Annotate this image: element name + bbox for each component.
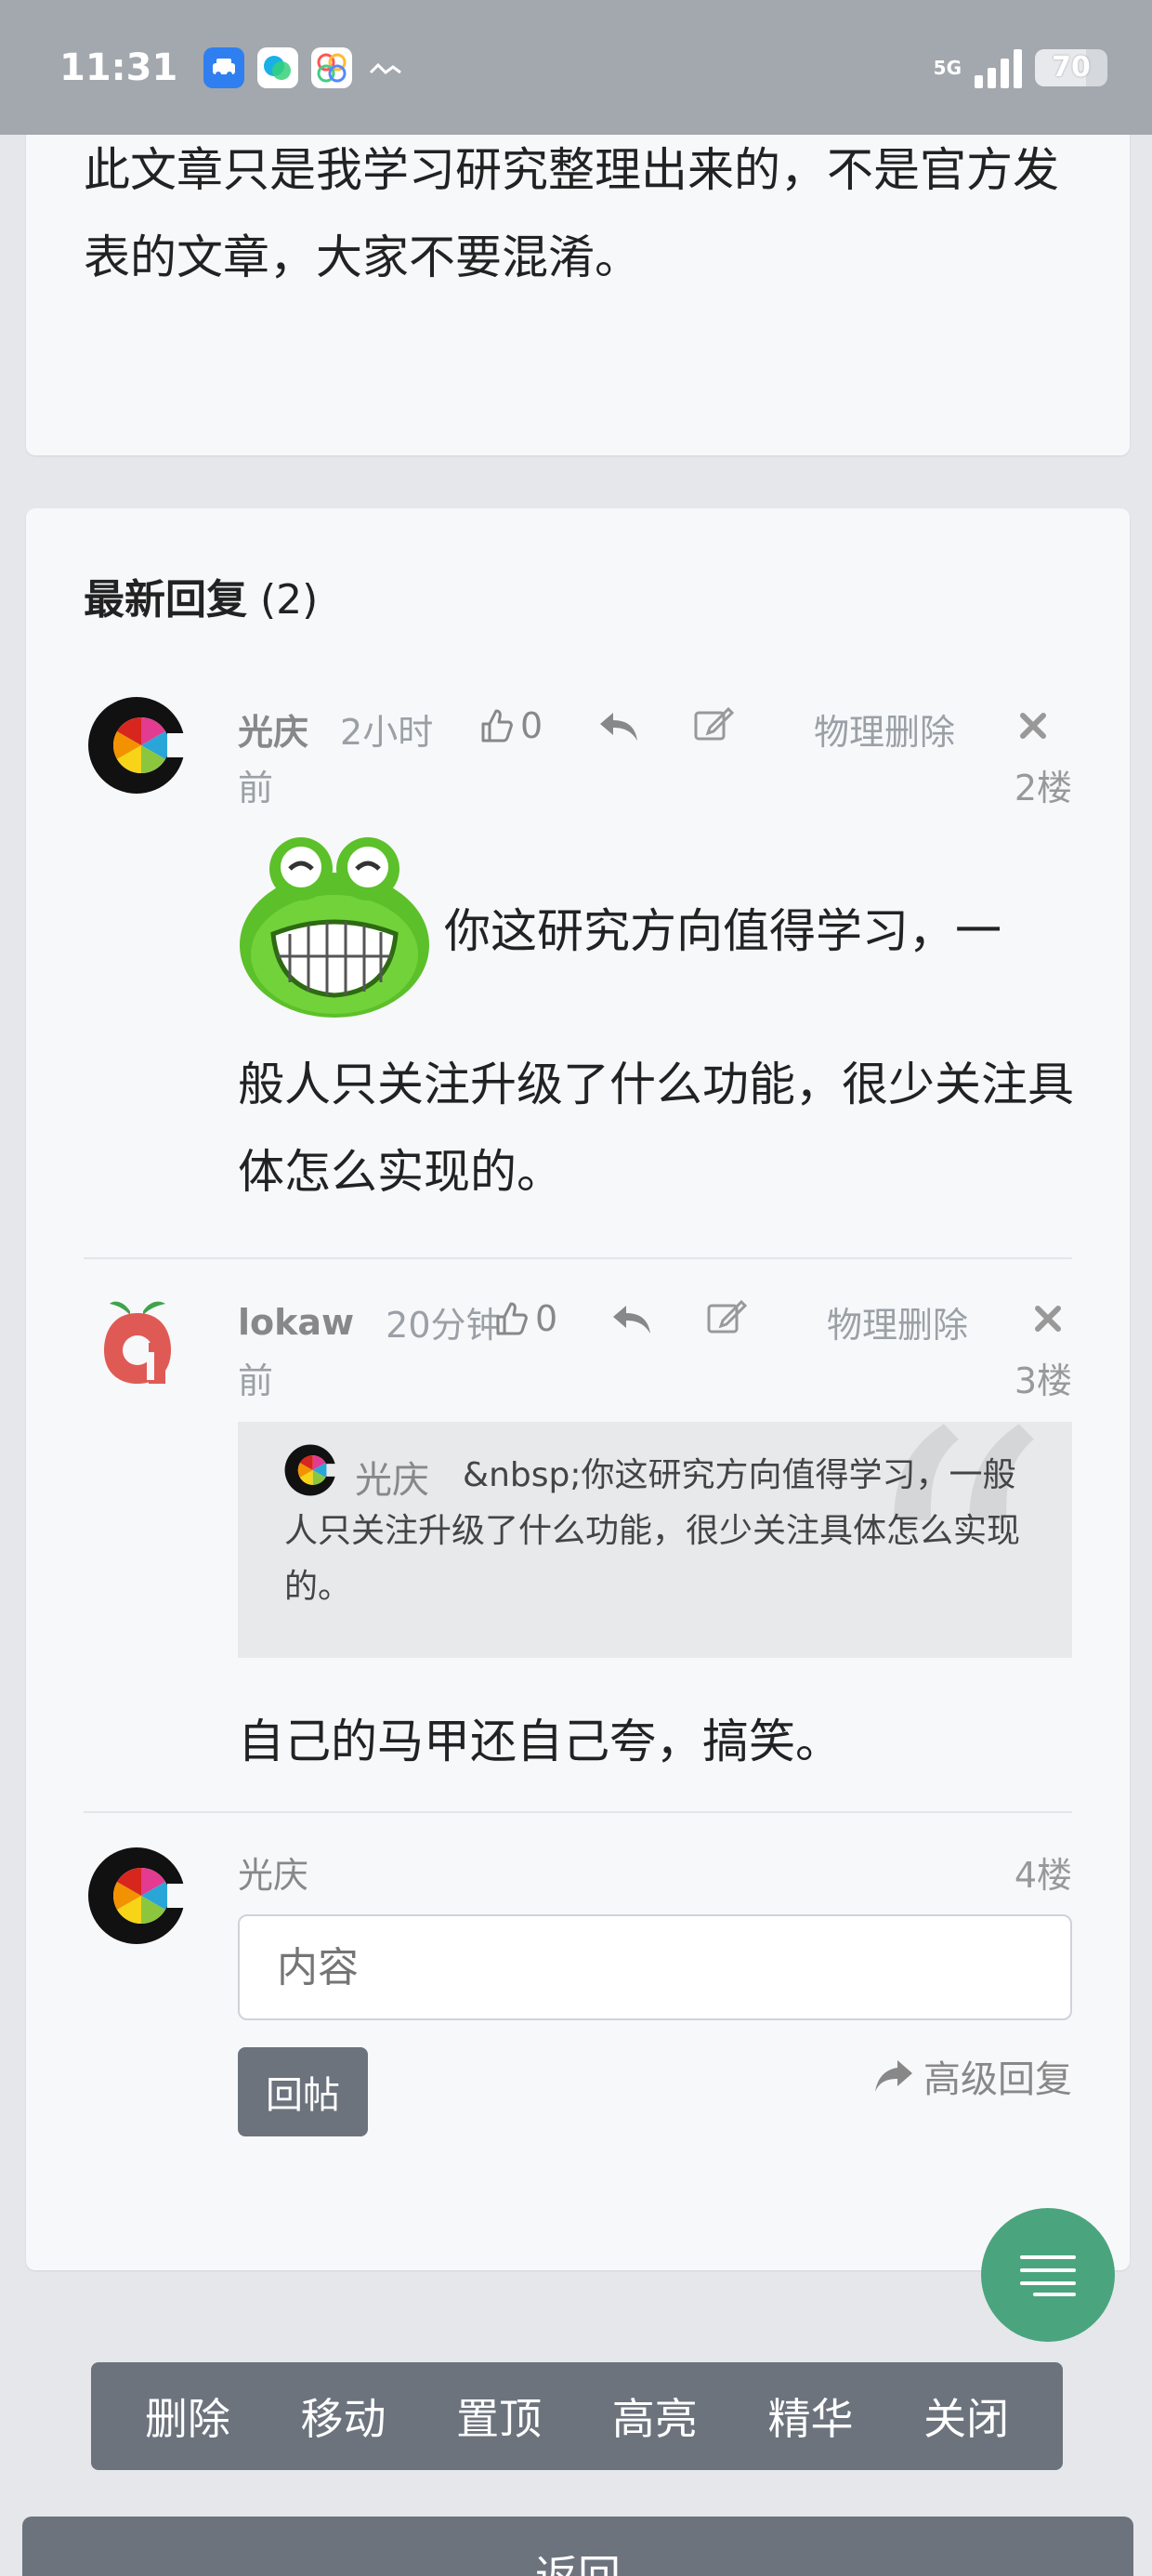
close-icon[interactable]	[1033, 1304, 1063, 1337]
divider	[84, 1257, 1072, 1259]
reply-author[interactable]: 光庆	[238, 703, 308, 755]
share-arrow-icon	[875, 2060, 912, 2092]
like-button[interactable]: 0	[478, 705, 543, 746]
signal-icon	[975, 47, 1022, 88]
photos-app-icon	[311, 46, 353, 88]
replies-count: (2)	[260, 576, 319, 624]
battery-icon: 70	[1035, 48, 1107, 86]
thumbs-up-icon	[496, 1302, 528, 1335]
replies-card: 最新回复 (2) 光庆 2小时 前 0 物理删除 2楼 你这研究方向值得学习，一…	[26, 508, 1130, 2270]
like-button[interactable]: 0	[492, 1298, 557, 1339]
floor-number: 4楼	[1014, 1855, 1072, 1896]
article-card: 此文章只是我学习研究整理出来的，不是官方发表的文章，大家不要混淆。	[26, 93, 1130, 455]
reply-time-suffix: 前	[238, 1360, 274, 1401]
status-bar: 11:31 5G 70	[0, 0, 1152, 135]
reply-time: 2小时	[340, 712, 434, 753]
status-time: 11:31	[59, 46, 178, 89]
reply-content-lead: 你这研究方向值得学习，一	[444, 904, 1001, 958]
battery-level: 70	[1052, 51, 1091, 84]
reply-icon[interactable]	[609, 1302, 652, 1339]
avatar[interactable]	[102, 1295, 173, 1387]
back-label: 返回	[535, 2551, 621, 2576]
highlight-button[interactable]: 高亮	[612, 2385, 698, 2447]
car-app-icon	[203, 46, 245, 88]
reply-content: 般人只关注升级了什么功能，很少关注具体怎么实现的。	[238, 1058, 1074, 1199]
reply-content: 自己的马甲还自己夸，搞笑。	[238, 1715, 842, 1768]
quote-block: “ 光庆 &nbsp;你这研究方向值得学习，一般人只关注升级了什么功能，很少关注…	[238, 1422, 1072, 1658]
thumbs-up-icon	[481, 709, 513, 743]
reply-time: 20分钟	[386, 1305, 502, 1346]
network-type: 5G	[933, 56, 962, 79]
delete-button[interactable]: 删除	[145, 2385, 230, 2447]
blob-app-icon	[257, 46, 299, 88]
reply-meta: 光庆 2小时	[238, 703, 433, 755]
submit-reply-button[interactable]: 回帖	[238, 2047, 368, 2136]
close-icon[interactable]	[1018, 711, 1048, 744]
reply-icon[interactable]	[596, 709, 639, 746]
replies-heading: 最新回复 (2)	[84, 566, 318, 625]
floor-number: 2楼	[1014, 768, 1072, 808]
avatar[interactable]	[87, 696, 188, 795]
article-text: 此文章只是我学习研究整理出来的，不是官方发表的文章，大家不要混淆。	[84, 143, 1059, 284]
like-count: 0	[520, 705, 543, 746]
menu-icon	[1020, 2255, 1076, 2296]
physical-delete-link[interactable]: 物理删除	[827, 1296, 968, 1347]
avatar	[87, 1847, 188, 1945]
reply-author[interactable]: lokaw	[238, 1302, 354, 1343]
activity-icon	[369, 49, 402, 86]
feature-button[interactable]: 精华	[767, 2385, 853, 2447]
floating-menu-button[interactable]	[981, 2208, 1115, 2342]
advanced-reply-link[interactable]: 高级回复	[873, 2049, 1072, 2103]
reply-time-suffix: 前	[238, 768, 274, 808]
physical-delete-link[interactable]: 物理删除	[814, 703, 955, 755]
moderation-toolbar: 删除 移动 置顶 高亮 精华 关闭	[91, 2362, 1063, 2470]
reply-form-user: 光庆	[238, 1847, 340, 1898]
reply-form-username: 光庆	[238, 1855, 309, 1896]
reply-content-input[interactable]	[238, 1914, 1072, 2020]
edit-icon[interactable]	[706, 1298, 748, 1339]
back-button[interactable]: 返回	[22, 2517, 1133, 2576]
reply-meta: lokaw 20分钟	[238, 1296, 502, 1347]
quote-text: &nbsp;你这研究方向值得学习，一般人只关注升级了什么功能，很少关注具体怎么实…	[284, 1456, 1021, 1606]
close-thread-button[interactable]: 关闭	[923, 2385, 1009, 2447]
advanced-reply-label: 高级回复	[923, 2058, 1072, 2101]
like-count: 0	[535, 1298, 558, 1339]
move-button[interactable]: 移动	[300, 2385, 386, 2447]
divider	[84, 1811, 1072, 1813]
pin-button[interactable]: 置顶	[456, 2385, 542, 2447]
edit-icon[interactable]	[693, 705, 735, 746]
frog-grin-emoji	[236, 824, 433, 1025]
replies-title: 最新回复	[84, 576, 247, 624]
floor-number: 3楼	[1014, 1360, 1072, 1401]
